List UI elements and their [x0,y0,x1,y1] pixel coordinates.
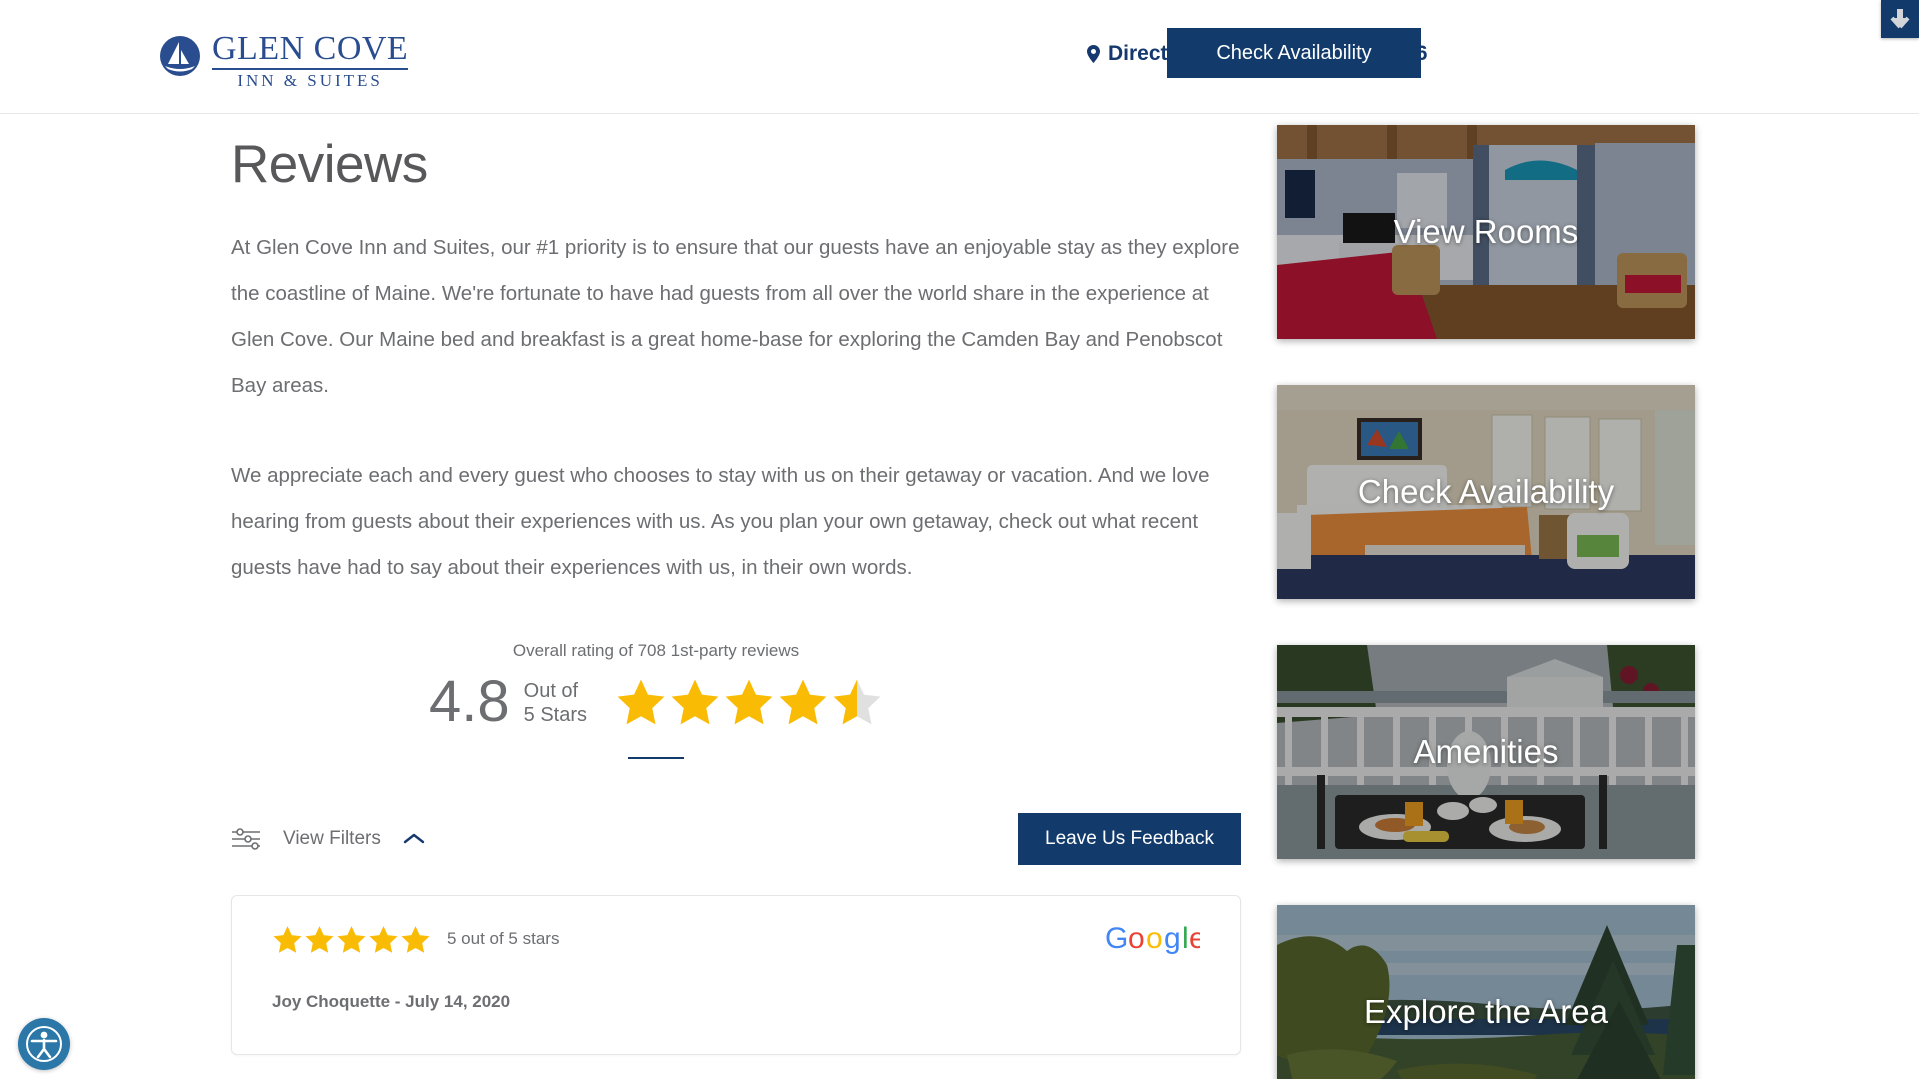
logo-divider [212,68,409,70]
promo-label: View Rooms [1393,213,1579,250]
svg-text:o: o [1128,922,1145,955]
view-filters-toggle[interactable]: View Filters [231,828,425,850]
review-author: Joy Choquette - July 14, 2020 [272,992,511,1011]
scroll-down-button[interactable] [1881,0,1919,38]
rating-out-of: Out of 5 Stars [524,679,587,727]
chevron-up-icon[interactable] [403,832,425,846]
rating-out-of-line1: Out of [523,680,579,702]
rating-caption: Overall rating of 708 1st-party reviews [512,641,800,660]
review-card[interactable]: 5 out of 5 stars G o o g l e Joy Choquet… [231,895,1241,1055]
promo-label: Check Availability [1357,473,1615,510]
rating-out-of-line2: 5 Stars [523,704,587,726]
rating-divider [628,757,684,759]
star-icon [671,679,719,725]
rating-row: 4.8 Out of 5 Stars [231,673,1081,731]
rating-stars [615,676,883,728]
rating-score: 4.8 [429,669,510,734]
svg-text:l: l [1182,922,1189,955]
svg-text:g: g [1164,922,1181,955]
svg-text:G: G [1105,922,1128,955]
leave-feedback-button[interactable]: Leave Us Feedback [1018,813,1241,865]
star-icon [337,925,366,953]
promo-card-amenities[interactable]: Amenities [1277,645,1695,859]
logo-primary-text: GLEN COVE [212,30,409,67]
view-filters-label: View Filters [283,828,381,849]
sailboat-icon [160,36,200,76]
intro-paragraph-1: At Glen Cove Inn and Suites, our #1 prio… [231,236,1240,397]
star-icon [725,679,773,725]
sliders-icon [232,828,260,850]
google-logo: G o o g l e [1105,922,1206,956]
promo-label: Amenities [1413,733,1559,770]
promo-sidebar: View Rooms Check Availability Amenities … [1277,125,1695,1079]
intro-paragraph-2: We appreciate each and every guest who c… [231,464,1210,579]
promo-card-check-availability[interactable]: Check Availability [1277,385,1695,599]
site-header: GLEN COVE INN & SUITES Directions (207) … [0,0,1919,114]
star-icon [273,925,302,953]
svg-text:e: e [1189,922,1200,955]
star-icon [833,679,881,725]
site-logo[interactable]: GLEN COVE INN & SUITES [158,30,409,90]
promo-card-view-rooms[interactable]: View Rooms [1277,125,1695,339]
filter-row: View Filters Leave Us Feedback [231,811,1241,867]
accessibility-widget-button[interactable] [18,1018,70,1070]
star-icon [305,925,334,953]
overall-rating-block: Overall rating of 708 1st-party reviews … [231,641,1081,759]
review-stars-label: 5 out of 5 stars [447,929,560,948]
logo-secondary-text: INN & SUITES [237,71,383,90]
page-title: Reviews [231,135,428,194]
map-pin-icon [1087,45,1100,63]
main-content: Reviews At Glen Cove Inn and Suites, our… [231,114,1241,1055]
star-icon [369,925,398,953]
accessibility-icon [26,1026,62,1062]
star-icon [617,679,665,725]
star-icon [401,925,430,953]
arrow-down-icon [1890,9,1910,29]
svg-text:o: o [1146,922,1163,955]
review-rating: 5 out of 5 stars [272,924,559,955]
review-card-header: 5 out of 5 stars G o o g l e [272,922,1206,956]
check-availability-button[interactable]: Check Availability [1167,28,1421,78]
star-icon [779,679,827,725]
promo-label: Explore the Area [1364,993,1608,1030]
review-stars [272,924,431,955]
promo-card-explore-the-area[interactable]: Explore the Area [1277,905,1695,1079]
